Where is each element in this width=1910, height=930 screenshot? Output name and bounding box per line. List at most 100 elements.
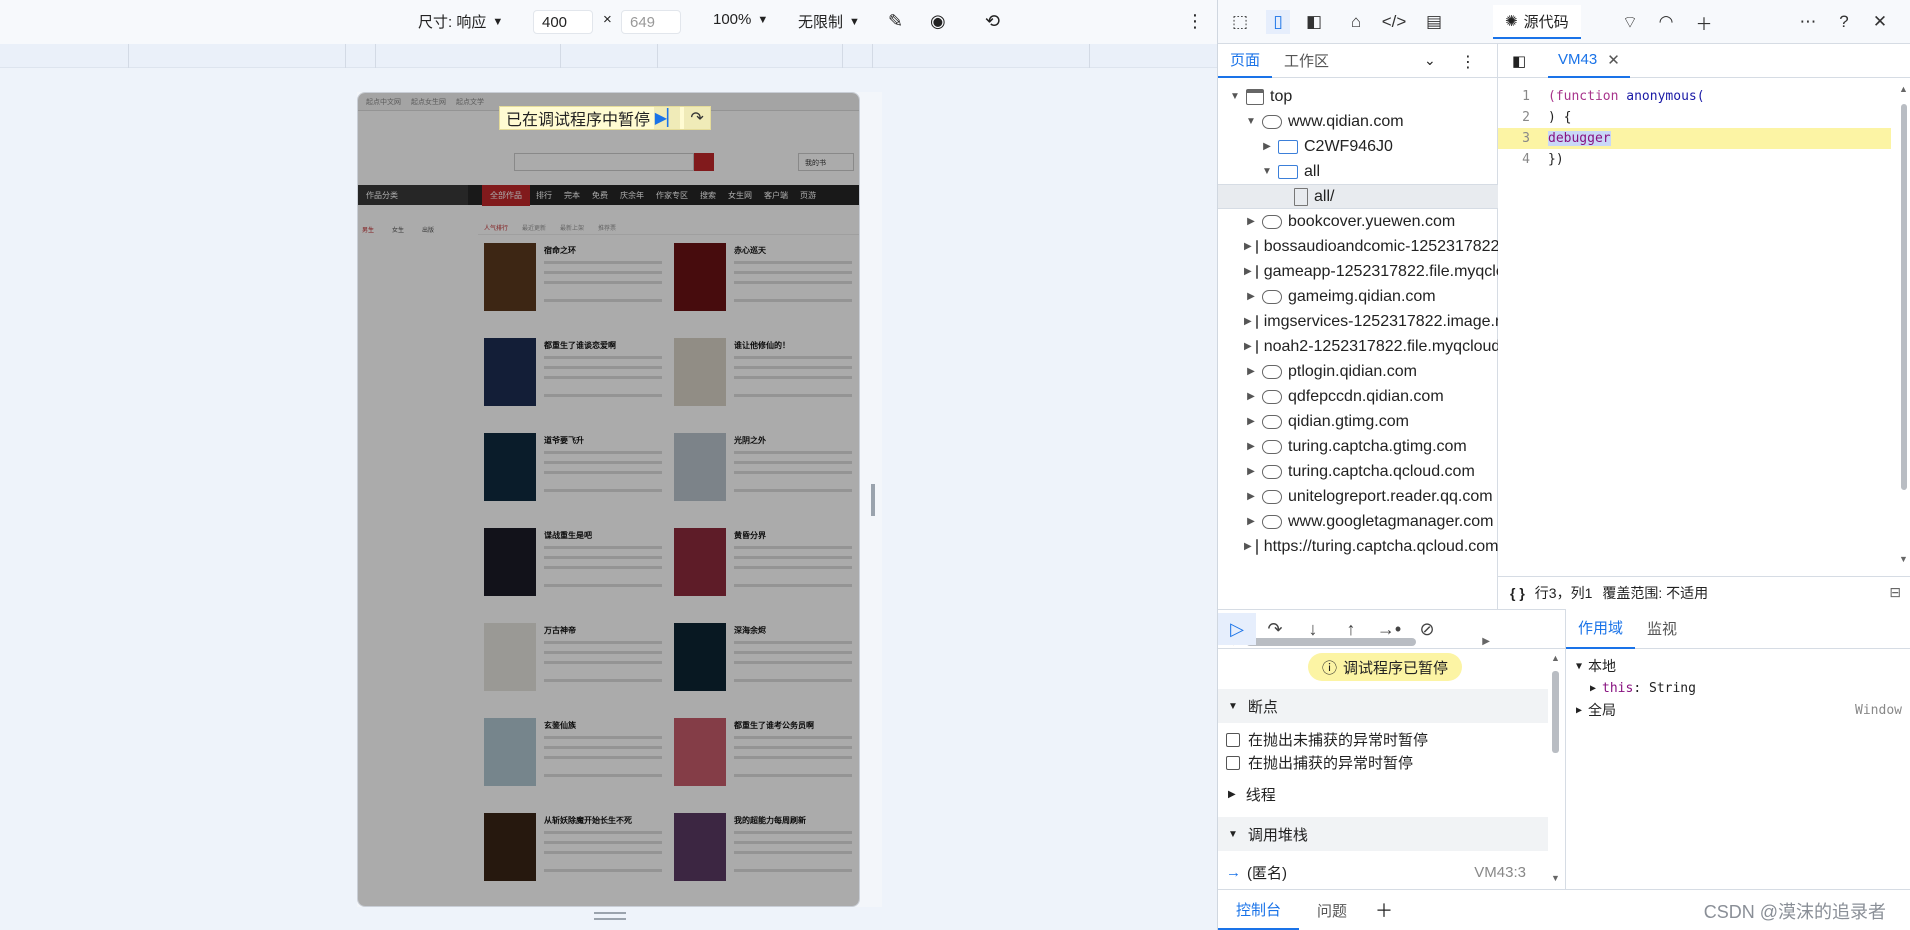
tab-page[interactable]: 页面 <box>1218 44 1273 78</box>
tab-issues[interactable]: 问题 <box>1299 890 1365 930</box>
code-view[interactable]: 1 (function anonymous(2) {3 debugger 4}) <box>1498 86 1891 170</box>
caret-right-icon[interactable]: ▶ <box>1244 266 1252 277</box>
add-tab-icon[interactable]: ＋ <box>1365 897 1403 923</box>
scope-local[interactable]: ▼ 本地 <box>1576 655 1906 677</box>
section-threads[interactable]: ▶ 线程 <box>1218 777 1548 811</box>
scope-global[interactable]: ▶ 全局 Window <box>1576 699 1906 721</box>
resume-icon[interactable]: ▶▏ <box>654 107 681 129</box>
line-number[interactable]: 4 <box>1498 152 1548 167</box>
code-line[interactable]: 1 (function anonymous( <box>1498 86 1891 107</box>
caret-right-icon[interactable]: ▶ <box>1244 366 1258 377</box>
caret-right-icon[interactable]: ▶ <box>1244 466 1258 477</box>
width-input[interactable] <box>533 10 593 34</box>
dimensions-dropdown[interactable]: 尺寸: 响应 ▼ <box>418 11 503 32</box>
network-icon[interactable]: ⌔ <box>1618 10 1642 34</box>
tree-item[interactable]: ▶ bossaudioandcomic-1252317822.file.myqcl… <box>1218 234 1498 259</box>
section-callstack[interactable]: ▼ 调用堆栈 <box>1218 817 1548 851</box>
editor-vscroll[interactable]: ▲ ▼ <box>1899 84 1909 564</box>
line-number[interactable]: 1 <box>1498 89 1548 104</box>
caret-down-icon[interactable]: ▼ <box>1228 91 1242 102</box>
elements-icon[interactable]: </> <box>1382 10 1407 34</box>
callstack-frame[interactable]: → (匿名) VM43:3 <box>1218 859 1548 885</box>
tree-item[interactable]: ▶ gameapp-1252317822.file.myqcloud.com <box>1218 259 1498 284</box>
step-icon[interactable]: →• <box>1370 613 1408 645</box>
inspect-element-icon[interactable]: ⬚ <box>1228 10 1252 34</box>
caret-right-icon[interactable]: ▶ <box>1244 416 1258 427</box>
caret-right-icon[interactable]: ▶ <box>1244 541 1252 552</box>
add-tab-icon[interactable]: ＋ <box>1692 10 1716 34</box>
height-input[interactable] <box>621 10 681 34</box>
toggle-navigator-icon[interactable]: ◧ <box>1512 52 1526 70</box>
tab-workspace[interactable]: 工作区 <box>1272 44 1341 78</box>
tree-item[interactable]: ▶ www.googletagmanager.com <box>1218 509 1498 534</box>
tree-item[interactable]: ▶ turing.captcha.qcloud.com <box>1218 459 1498 484</box>
code-line[interactable]: 4}) <box>1498 149 1891 170</box>
eyedropper-icon[interactable]: ✎ <box>888 11 903 32</box>
width-resize-handle[interactable] <box>871 484 875 516</box>
deactivate-breakpoints-icon[interactable]: ⊘ <box>1408 613 1446 645</box>
caret-right-icon[interactable]: ▶ <box>1244 316 1252 327</box>
tree-item[interactable]: ▶ qdfepccdn.qidian.com <box>1218 384 1498 409</box>
line-number[interactable]: 2 <box>1498 110 1548 125</box>
scroll-thumb[interactable] <box>1901 104 1907 490</box>
home-icon[interactable]: ⌂ <box>1344 10 1368 34</box>
caret-right-icon[interactable]: ▶ <box>1244 216 1258 227</box>
tree-item[interactable]: ▶ C2WF946J0 <box>1218 134 1498 159</box>
caret-right-icon[interactable]: ▶ <box>1260 141 1274 152</box>
caret-right-icon[interactable]: ▶ <box>1244 291 1258 302</box>
caret-right-icon[interactable]: ▶ <box>1244 441 1258 452</box>
scope-this[interactable]: ▶ this: String <box>1576 677 1906 699</box>
step-into-icon[interactable]: ↓ <box>1294 613 1332 645</box>
tab-scope[interactable]: 作用域 <box>1566 609 1636 649</box>
vision-deficiency-icon[interactable]: ◉ <box>930 11 946 32</box>
code-line[interactable]: 2) { <box>1498 107 1891 128</box>
tree-item[interactable]: ▶ ptlogin.qidian.com <box>1218 359 1498 384</box>
help-icon[interactable]: ? <box>1832 10 1856 34</box>
line-number[interactable]: 3 <box>1498 131 1548 146</box>
editor-tab-vm43[interactable]: VM43 ✕ <box>1548 44 1630 78</box>
step-out-icon[interactable]: ↑ <box>1332 613 1370 645</box>
tree-item[interactable]: ▶ turing.captcha.gtimg.com <box>1218 434 1498 459</box>
resume-icon[interactable]: ▷ <box>1218 613 1256 645</box>
device-toolbar-icon[interactable]: ▯ <box>1266 10 1290 34</box>
section-breakpoints[interactable]: ▼ 断点 <box>1218 689 1548 723</box>
caret-right-icon[interactable]: ▶ <box>1244 341 1252 352</box>
chevron-down-icon[interactable]: ⌄ <box>1424 52 1436 69</box>
frame-location[interactable]: VM43:3 <box>1474 864 1526 881</box>
tree-item[interactable]: ▼ top <box>1218 84 1498 109</box>
caret-right-icon[interactable]: ▶ <box>1244 391 1258 402</box>
tree-item[interactable]: ▶ unitelogreport.reader.qq.com <box>1218 484 1498 509</box>
more-options-icon[interactable]: ⋮ <box>1186 11 1204 32</box>
tab-console[interactable]: 控制台 <box>1218 890 1300 930</box>
step-over-icon[interactable]: ↷ <box>1256 613 1294 645</box>
tree-item[interactable]: ▼ all <box>1218 159 1498 184</box>
performance-icon[interactable]: ◠ <box>1654 10 1678 34</box>
pretty-print-button[interactable]: { } <box>1510 585 1525 601</box>
tree-item[interactable]: all/ <box>1218 184 1498 209</box>
caret-right-icon[interactable]: ▶ <box>1244 491 1258 502</box>
caret-down-icon[interactable]: ▼ <box>1244 116 1258 127</box>
rotate-icon[interactable]: ⟲ <box>985 11 1000 32</box>
tree-item[interactable]: ▶ gameimg.qidian.com <box>1218 284 1498 309</box>
tree-item[interactable]: ▶ imgservices-1252317822.image.myqcloud.c… <box>1218 309 1498 334</box>
zoom-dropdown[interactable]: 100% ▼ <box>713 11 768 28</box>
code-line[interactable]: 3 debugger <box>1498 128 1891 149</box>
tree-item[interactable]: ▶ noah2-1252317822.file.myqcloud.com <box>1218 334 1498 359</box>
tab-watch[interactable]: 监视 <box>1635 609 1689 649</box>
more-tools-icon[interactable]: ⋯ <box>1796 10 1820 34</box>
tab-sources[interactable]: ✺ 源代码 <box>1493 5 1581 39</box>
caret-down-icon[interactable]: ▼ <box>1260 166 1274 177</box>
drawer-toggle-icon[interactable]: ⊟ <box>1889 584 1901 601</box>
console-icon[interactable]: ▤ <box>1422 10 1446 34</box>
step-over-icon[interactable]: ↷ <box>684 107 711 129</box>
pause-uncaught-checkbox[interactable]: 在抛出未捕获的异常时暂停 <box>1226 729 1428 750</box>
tree-item[interactable]: ▶ https://turing.captcha.qcloud.com <box>1218 534 1498 559</box>
close-icon[interactable]: ✕ <box>1868 10 1892 34</box>
dock-side-icon[interactable]: ◧ <box>1302 10 1326 34</box>
tree-item[interactable]: ▶ bookcover.yuewen.com <box>1218 209 1498 234</box>
throttle-dropdown[interactable]: 无限制 ▼ <box>798 11 860 32</box>
more-options-icon[interactable]: ⋮ <box>1460 52 1476 72</box>
sidebar-vscroll[interactable]: ▲ ▼ <box>1551 653 1561 883</box>
tree-item[interactable]: ▼ www.qidian.com <box>1218 109 1498 134</box>
pause-caught-checkbox[interactable]: 在抛出捕获的异常时暂停 <box>1226 752 1413 773</box>
